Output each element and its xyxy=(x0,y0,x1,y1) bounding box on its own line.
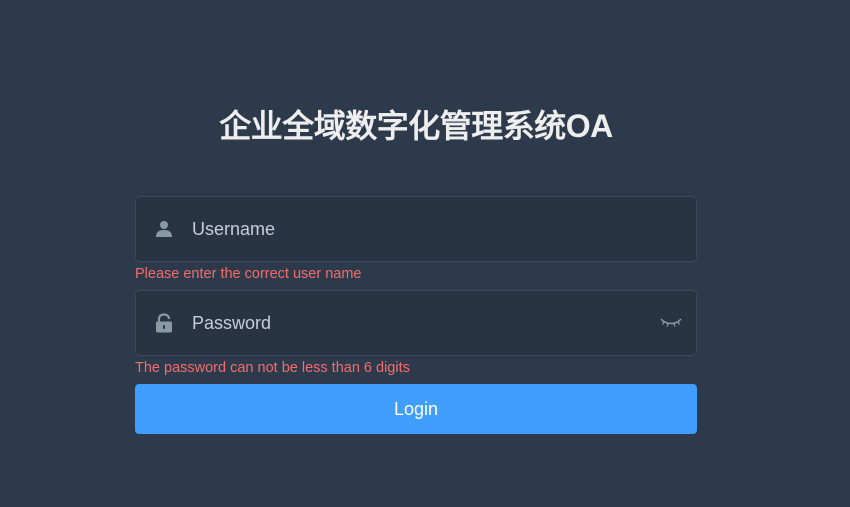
user-icon xyxy=(136,220,192,238)
username-field-container xyxy=(135,196,697,262)
login-form: Please enter the correct user name xyxy=(135,196,697,434)
password-field-container xyxy=(135,290,697,356)
eye-closed-icon[interactable] xyxy=(646,317,696,329)
login-button[interactable]: Login xyxy=(135,384,697,434)
login-page: 企业全域数字化管理系统OA Please enter the correct u… xyxy=(0,0,850,507)
password-error: The password can not be less than 6 digi… xyxy=(135,360,410,376)
page-title: 企业全域数字化管理系统OA xyxy=(219,108,613,144)
password-input[interactable] xyxy=(192,303,646,343)
username-error: Please enter the correct user name xyxy=(135,266,362,282)
lock-icon xyxy=(136,313,192,333)
username-input[interactable] xyxy=(192,209,696,249)
